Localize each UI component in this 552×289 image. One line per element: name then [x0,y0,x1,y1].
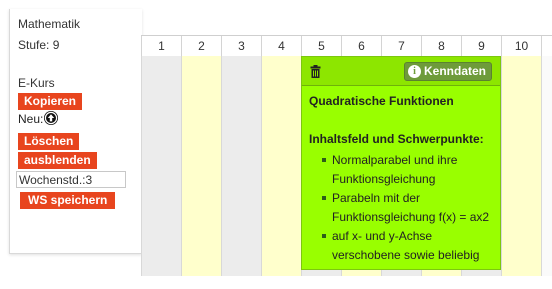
week-header-3: 3 [221,36,261,56]
subject-label: Mathematik [18,17,81,31]
list-item: Normalparabel und ihre Funktionsgleichung [322,151,497,189]
stufe-label: Stufe: 9 [18,38,60,52]
week-header-row: 1 2 3 4 5 6 7 8 9 10 [141,35,552,57]
info-icon: i [407,65,421,78]
week-header-1: 1 [141,36,181,56]
week-column-3[interactable] [221,56,261,276]
week-header-9: 9 [461,36,501,56]
week-header-8: 8 [421,36,461,56]
week-header-10: 10 [501,36,541,56]
ws-speichern-button[interactable]: WS speichern [20,192,116,209]
card-toolbar: i Kenndaten [302,57,500,86]
loeschen-button[interactable]: Löschen [18,133,80,150]
list-item: auf x- und y-Achse verschobene sowie beli… [322,227,497,265]
trash-icon[interactable] [310,65,321,81]
topic-card[interactable]: i Kenndaten Quadratische Funktionen Inha… [301,56,501,270]
kenndaten-label: Kenndaten [423,64,486,78]
week-header-2: 2 [181,36,221,56]
week-column-1[interactable] [141,56,181,276]
week-column-10[interactable] [501,56,541,276]
card-topic-list: Normalparabel und ihre Funktionsgleichung… [322,151,497,265]
list-item: Parabeln mit der Funktionsgleichung f(x) … [322,189,497,227]
kopieren-button[interactable]: Kopieren [18,93,83,110]
week-header-7: 7 [381,36,421,56]
week-header-6: 6 [341,36,381,56]
wochenstunden-input[interactable] [16,171,126,188]
week-column-4[interactable] [261,56,301,276]
kenndaten-button[interactable]: i Kenndaten [403,62,492,81]
week-column-2[interactable] [181,56,221,276]
neu-label: Neu: [18,112,44,126]
upload-arrow-icon[interactable] [44,111,59,125]
week-column-more[interactable] [541,56,552,276]
course-panel: Mathematik Stufe: 9 E-Kurs Kopieren Neu:… [9,9,142,254]
week-header-more [541,36,552,56]
ausblenden-button[interactable]: ausblenden [18,152,97,169]
neu-row: Neu: [18,111,59,126]
card-title: Quadratische Funktionen [309,94,454,108]
kurs-label: E-Kurs [18,76,55,90]
week-header-5: 5 [301,36,341,56]
week-header-4: 4 [261,36,301,56]
card-section-title: Inhaltsfeld und Schwerpunkte: [309,132,484,146]
